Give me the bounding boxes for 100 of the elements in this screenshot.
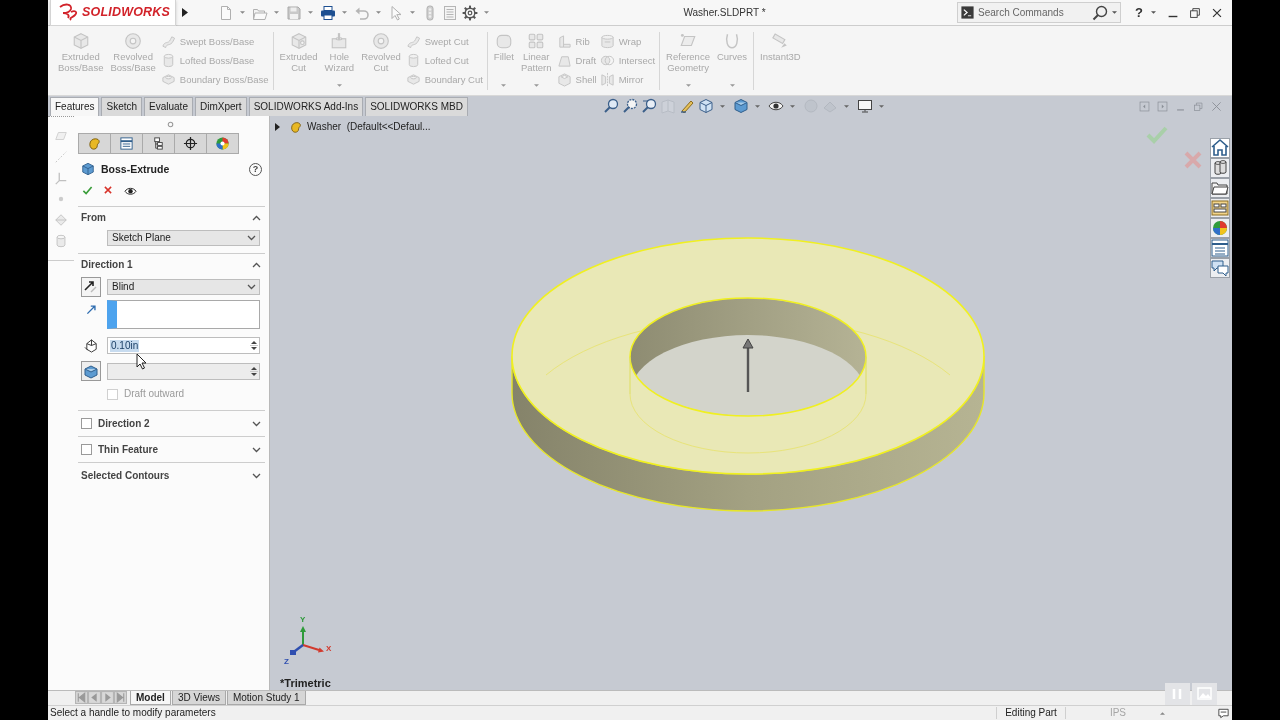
color-wheel-icon[interactable] [215,136,230,151]
list-icon[interactable] [119,136,134,151]
check-icon[interactable] [1146,126,1168,144]
crosshair-icon[interactable] [183,136,198,151]
part-icon[interactable] [87,136,102,151]
caret-icon[interactable] [274,11,279,14]
tab[interactable]: Features [50,97,100,116]
zoom-icon[interactable] [622,98,638,114]
last-icon[interactable] [114,691,127,704]
logo-menu-button[interactable]: SOLIDWORKS [50,0,176,26]
cylinders-icon[interactable] [1210,158,1230,178]
selection-box[interactable] [107,300,260,329]
caret-icon[interactable] [755,104,760,108]
terminal-icon [961,6,975,19]
color-ball-icon[interactable] [1210,218,1230,238]
chevron-down-icon[interactable] [247,235,256,241]
tab[interactable]: Motion Study 1 [226,691,306,705]
chevron-down-icon[interactable] [252,420,261,427]
previous-icon[interactable] [88,691,101,704]
caret-icon[interactable] [342,11,347,14]
section-title: Direction 1 [81,259,133,271]
save-icon[interactable] [286,4,302,21]
drag-arrow-icon[interactable] [742,338,754,392]
search-field[interactable]: Search Commands [957,2,1122,23]
checkbox[interactable] [81,444,92,455]
spinner-icon[interactable] [250,339,258,352]
grid-icon [527,32,546,50]
caret-up-icon[interactable] [1160,711,1165,715]
chevron-down-icon[interactable] [252,446,261,453]
caret-icon[interactable] [720,104,725,108]
slab-icon [160,72,176,87]
panel-right-icon[interactable] [1157,100,1168,112]
cube-icon [81,162,95,176]
drag-arrow-icon [771,32,790,50]
caret-icon[interactable] [1112,11,1118,14]
chevron-up-icon[interactable] [252,262,261,268]
caret-icon[interactable] [240,11,245,14]
help-button[interactable]: ? [1133,4,1145,21]
next-icon[interactable] [101,691,114,704]
dropdown-field[interactable]: Sketch Plane [107,230,260,246]
caret-icon[interactable] [790,104,795,108]
chevron-down-icon[interactable] [252,472,261,479]
expand-arrow-icon[interactable] [275,123,280,131]
panel-left-icon[interactable] [1139,100,1150,112]
settings-icon[interactable] [462,4,478,21]
search-input[interactable]: Search Commands [978,6,1089,19]
printer-icon[interactable] [320,4,336,21]
box-icon[interactable] [81,361,101,381]
search-icon[interactable] [1092,4,1109,21]
axes-icon[interactable] [54,171,68,185]
grip-handle-icon[interactable] [167,120,174,128]
reverse-direction-icon[interactable] [81,277,101,297]
wedge-icon [556,53,572,68]
tab[interactable]: SOLIDWORKS Add-Ins [248,97,364,116]
caret-icon[interactable] [1151,11,1156,14]
ring-icon [124,32,143,50]
speech-bubble-icon[interactable] [1217,707,1230,719]
tab[interactable]: SOLIDWORKS MBD [365,97,468,116]
zoom-icon[interactable] [603,98,619,114]
home-icon[interactable] [1210,138,1230,158]
caret-icon[interactable] [308,11,313,14]
palette-icon[interactable] [1210,198,1230,218]
tree-icon[interactable] [151,136,166,151]
monitor-icon[interactable] [857,98,873,114]
tab[interactable]: 3D Views [171,691,226,705]
chat-icon[interactable] [1210,258,1230,278]
list-icon[interactable] [1210,238,1230,258]
caret-icon[interactable] [844,104,849,108]
depth-field[interactable]: 0.10in [107,337,260,354]
part-icon [289,120,303,134]
chevron-down-icon[interactable] [247,284,256,290]
expand-arrow-icon[interactable] [182,8,188,17]
tree-item[interactable]: Washer (Default<<Defaul... [307,121,431,133]
cube-icon[interactable] [698,98,714,114]
tab[interactable]: Evaluate [144,97,193,116]
close-icon[interactable] [103,185,113,195]
tab[interactable]: DimXpert [194,97,247,116]
swept-tube-icon [160,34,176,49]
restore-icon[interactable] [1188,5,1202,20]
pointer-icon[interactable] [388,4,404,21]
dropdown-field[interactable]: Blind [107,279,260,295]
bracket-icon [556,34,572,49]
caret-icon[interactable] [376,11,381,14]
tab[interactable]: Model [130,691,171,705]
zoom-icon[interactable] [641,98,657,114]
cylinder-icon[interactable] [54,234,68,248]
caret-icon[interactable] [484,11,489,14]
caret-icon[interactable] [879,104,884,108]
cube-icon[interactable] [733,98,749,114]
checkbox[interactable] [81,418,92,429]
folder-icon[interactable] [1210,178,1230,198]
first-icon[interactable] [75,691,88,704]
pencil-icon[interactable] [679,98,695,114]
slab-icon [405,72,421,87]
chevron-up-icon[interactable] [252,215,261,221]
check-icon[interactable] [82,184,93,196]
new-document-icon[interactable] [218,4,234,21]
direction-arrow-icon [85,304,97,315]
tab[interactable]: Sketch [101,97,143,116]
caret-icon[interactable] [410,11,415,14]
